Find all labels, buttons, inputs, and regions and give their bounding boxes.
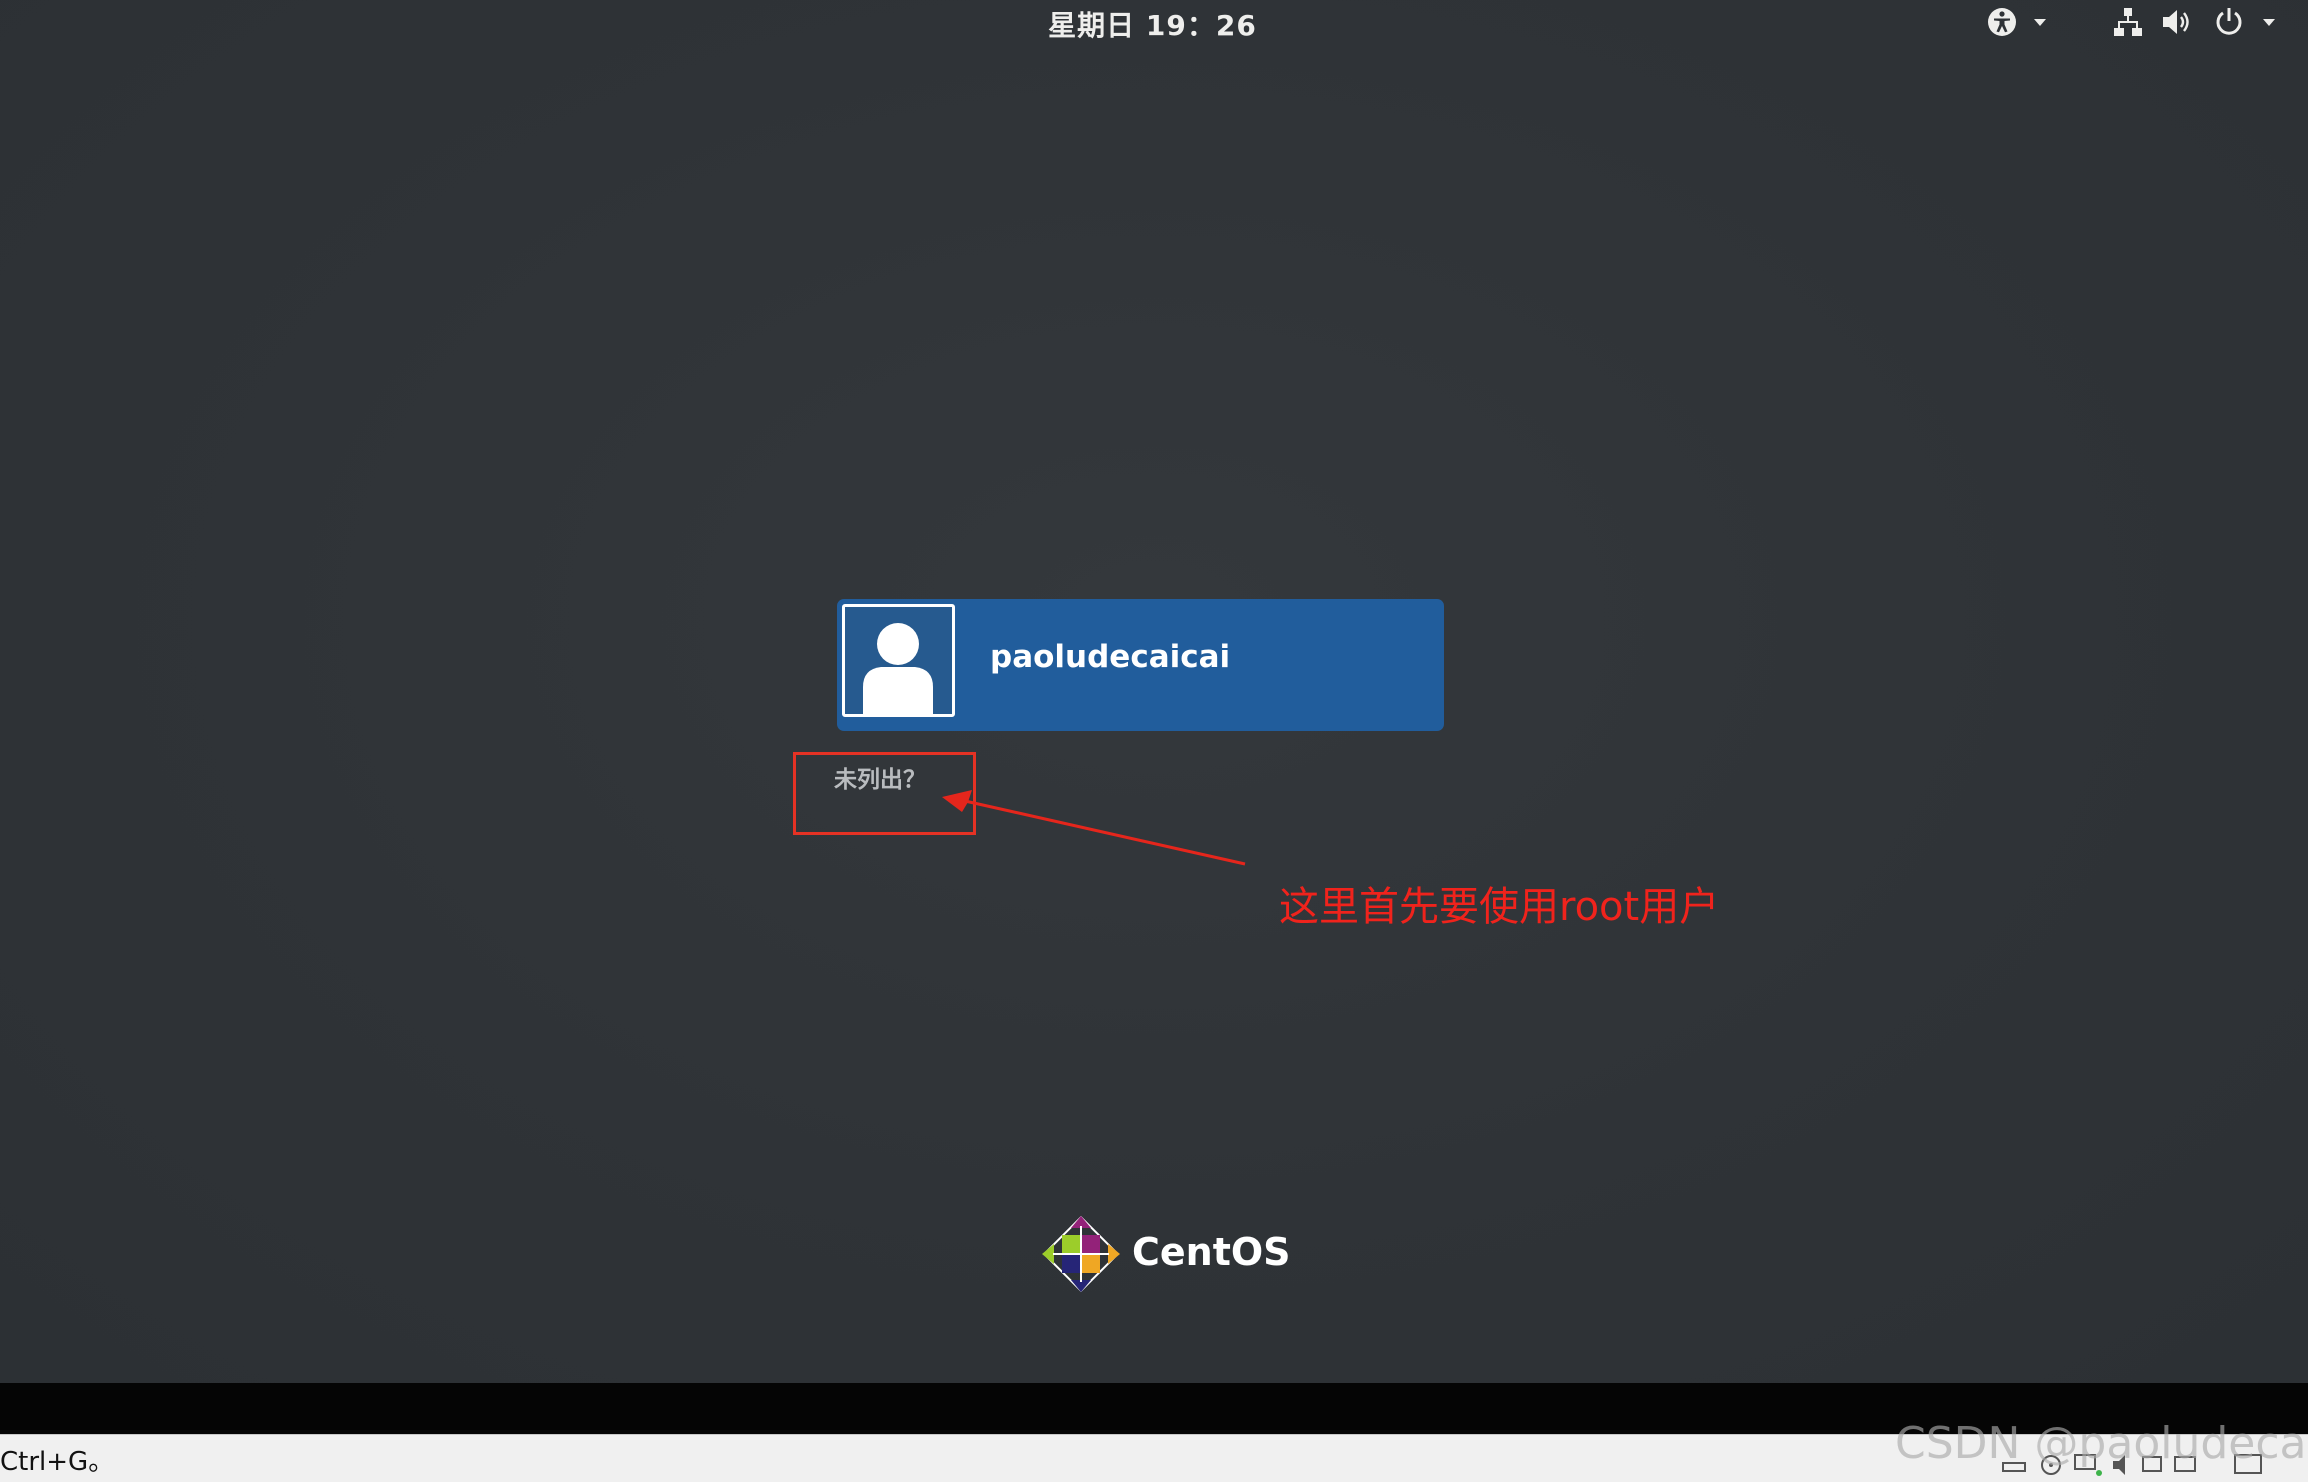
watermark: CSDN @paoludecaicai xyxy=(1895,1418,2308,1469)
status-hint-text: Ctrl+G。 xyxy=(0,1447,115,1477)
accessibility-menu[interactable] xyxy=(1986,6,2056,38)
centos-logo-icon xyxy=(1042,1215,1120,1293)
chevron-down-icon xyxy=(2034,19,2046,26)
accessibility-icon xyxy=(1988,8,2016,36)
avatar xyxy=(842,604,955,717)
volume-icon[interactable] xyxy=(2160,6,2196,38)
login-screen: 星期日 19：26 paoludecaicai 未列出？ 这里首先要使用root… xyxy=(0,0,2308,1383)
chevron-down-icon xyxy=(2263,19,2275,26)
top-bar: 星期日 19：26 xyxy=(0,0,2308,44)
screen: 星期日 19：26 paoludecaicai 未列出？ 这里首先要使用root… xyxy=(0,0,2308,1482)
centos-logo-text: CentOS xyxy=(1132,1230,1291,1274)
centos-logo: CentOS xyxy=(1040,1214,1291,1294)
username-label: paoludecaicai xyxy=(990,639,1231,675)
user-list-item[interactable]: paoludecaicai xyxy=(837,599,1444,731)
power-menu[interactable] xyxy=(2213,6,2285,38)
network-icon[interactable] xyxy=(2112,6,2144,38)
annotation-text: 这里首先要使用root用户 xyxy=(1279,884,1720,930)
user-avatar-icon xyxy=(863,623,933,714)
annotation-highlight-box xyxy=(793,752,976,835)
power-icon xyxy=(2216,8,2242,35)
clock[interactable]: 星期日 19：26 xyxy=(1030,4,1275,44)
